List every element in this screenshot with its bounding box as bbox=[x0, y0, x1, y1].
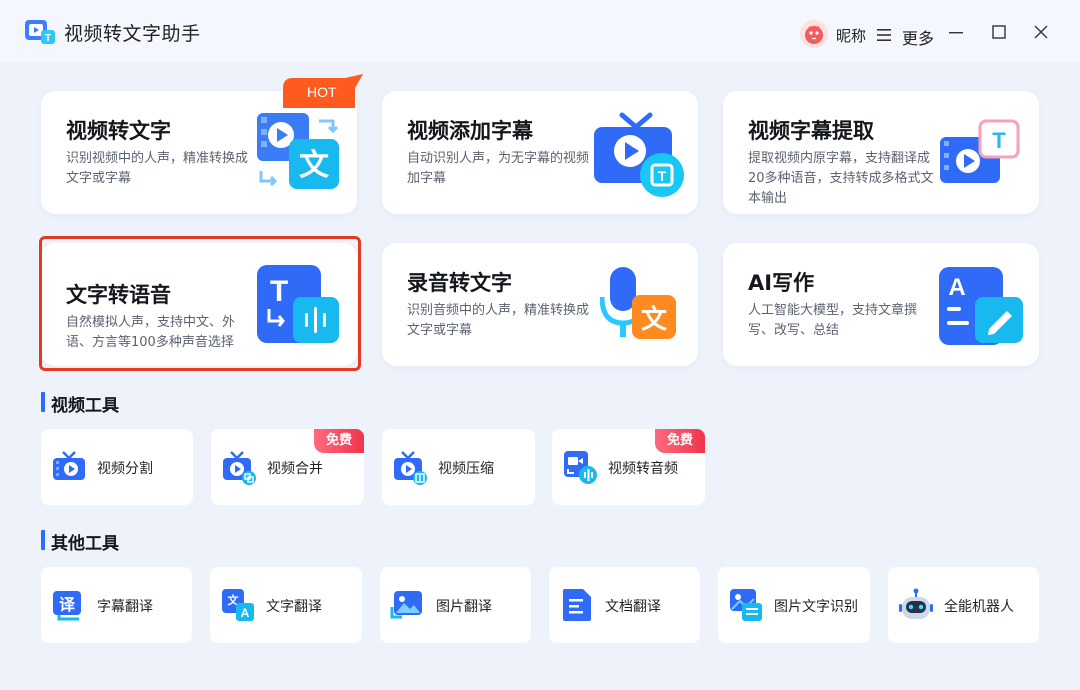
user-nickname[interactable]: 昵称 bbox=[836, 25, 866, 46]
avatar-icon bbox=[800, 20, 828, 48]
free-badge: 免费 bbox=[655, 429, 705, 453]
tool-subtitle-translate[interactable]: 译 字幕翻译 bbox=[41, 567, 192, 643]
card-title: 视频转文字 bbox=[66, 119, 171, 143]
card-title: 视频添加字幕 bbox=[407, 119, 533, 143]
image-translate-icon bbox=[390, 591, 422, 619]
card-add-subtitles[interactable]: 视频添加字幕 自动识别人声，为无字幕的视频加字幕 T bbox=[382, 91, 698, 214]
tool-ai-robot[interactable]: 全能机器人 bbox=[888, 567, 1039, 643]
tool-label: 全能机器人 bbox=[944, 599, 1014, 615]
tool-video-to-audio[interactable]: 视频转音频 免费 bbox=[552, 429, 705, 505]
text-translate-icon: 文 A bbox=[222, 589, 254, 621]
wen-glyph: 文 bbox=[299, 148, 329, 183]
t-glyph: T bbox=[658, 168, 667, 184]
hot-badge: HOT bbox=[307, 84, 337, 100]
tool-image-ocr[interactable]: 图片文字识别 bbox=[718, 567, 870, 643]
video-to-audio-icon bbox=[564, 451, 597, 484]
title-bar: T 视频转文字助手 昵称 更多 bbox=[0, 0, 1080, 62]
tool-document-translate[interactable]: 文档翻译 bbox=[549, 567, 700, 643]
card-desc: 提取视频内原字幕，支持翻译成20多种语音，支持转成多格式文本输出 bbox=[748, 151, 934, 206]
card-desc: 自动识别人声，为无字幕的视频加字幕 bbox=[407, 151, 590, 186]
tool-label: 文档翻译 bbox=[605, 599, 661, 615]
close-icon[interactable] bbox=[1031, 22, 1051, 42]
video-compress-icon bbox=[394, 451, 427, 485]
card-desc: 识别音频中的人声，精准转换成文字或字幕 bbox=[407, 303, 590, 338]
menu-icon[interactable] bbox=[877, 28, 891, 42]
card-desc: 人工智能大模型，支持文章撰写、改写、总结 bbox=[748, 303, 918, 338]
selected-card-outline bbox=[39, 236, 361, 371]
minimize-icon[interactable] bbox=[946, 22, 966, 42]
tool-label: 视频合并 bbox=[267, 461, 323, 477]
card-desc: 识别视频中的人声，精准转换成文字或字幕 bbox=[66, 151, 249, 186]
video-merge-icon bbox=[223, 451, 256, 485]
card-extract-subtitles[interactable]: 视频字幕提取 提取视频内原字幕，支持翻译成20多种语音，支持转成多格式文本输出 … bbox=[723, 91, 1039, 214]
svg-text:T: T bbox=[45, 33, 51, 44]
card-title: 录音转文字 bbox=[407, 271, 512, 295]
maximize-icon[interactable] bbox=[989, 22, 1009, 42]
a-glyph: A bbox=[241, 606, 250, 620]
card-title: AI写作 bbox=[748, 271, 815, 295]
subtitle-translate-icon: 译 bbox=[53, 591, 81, 621]
tool-label: 文字翻译 bbox=[266, 599, 322, 615]
card-audio-to-text[interactable]: 录音转文字 识别音频中的人声，精准转换成文字或字幕 文 bbox=[382, 243, 698, 366]
wen-glyph: 文 bbox=[641, 304, 668, 335]
tool-video-split[interactable]: 视频分割 bbox=[41, 429, 193, 505]
tool-video-merge[interactable]: 视频合并 免费 bbox=[211, 429, 364, 505]
tool-label: 图片翻译 bbox=[436, 599, 492, 615]
video-split-icon bbox=[53, 451, 85, 480]
tool-text-translate[interactable]: 文 A 文字翻译 bbox=[210, 567, 362, 643]
add-subtitles-icon: T bbox=[594, 112, 684, 197]
tool-label: 视频压缩 bbox=[438, 461, 494, 477]
card-ai-writing[interactable]: AI写作 人工智能大模型，支持文章撰写、改写、总结 A bbox=[723, 243, 1039, 366]
image-ocr-icon bbox=[730, 589, 762, 621]
tool-label: 图片文字识别 bbox=[774, 599, 858, 615]
avatar[interactable] bbox=[800, 20, 828, 48]
a-glyph: A bbox=[948, 274, 965, 301]
video-to-text-icon: 文 bbox=[257, 113, 339, 189]
section-title-other-tools: 其他工具 bbox=[41, 529, 119, 554]
card-title: 视频字幕提取 bbox=[748, 119, 874, 143]
tool-video-compress[interactable]: 视频压缩 bbox=[382, 429, 535, 505]
ai-writing-icon: A bbox=[939, 267, 1023, 345]
tool-label: 视频转音频 bbox=[608, 461, 678, 477]
free-badge: 免费 bbox=[314, 429, 364, 453]
more-menu-button[interactable]: 更多 bbox=[902, 25, 934, 49]
microphone-icon: 文 bbox=[600, 267, 676, 339]
robot-icon bbox=[899, 588, 933, 619]
t-glyph: T bbox=[992, 128, 1006, 153]
extract-subtitles-icon: T bbox=[940, 119, 1020, 183]
section-title-video-tools: 视频工具 bbox=[41, 391, 119, 416]
yi-glyph: 译 bbox=[59, 595, 76, 614]
card-video-to-text[interactable]: 视频转文字 识别视频中的人声，精准转换成文字或字幕 文 bbox=[41, 91, 357, 214]
tool-image-translate[interactable]: 图片翻译 bbox=[380, 567, 531, 643]
document-translate-icon bbox=[563, 589, 591, 621]
app-logo-icon: T bbox=[25, 20, 55, 44]
app-title: 视频转文字助手 bbox=[64, 23, 201, 45]
tool-label: 视频分割 bbox=[97, 461, 153, 477]
tool-label: 字幕翻译 bbox=[97, 599, 153, 615]
